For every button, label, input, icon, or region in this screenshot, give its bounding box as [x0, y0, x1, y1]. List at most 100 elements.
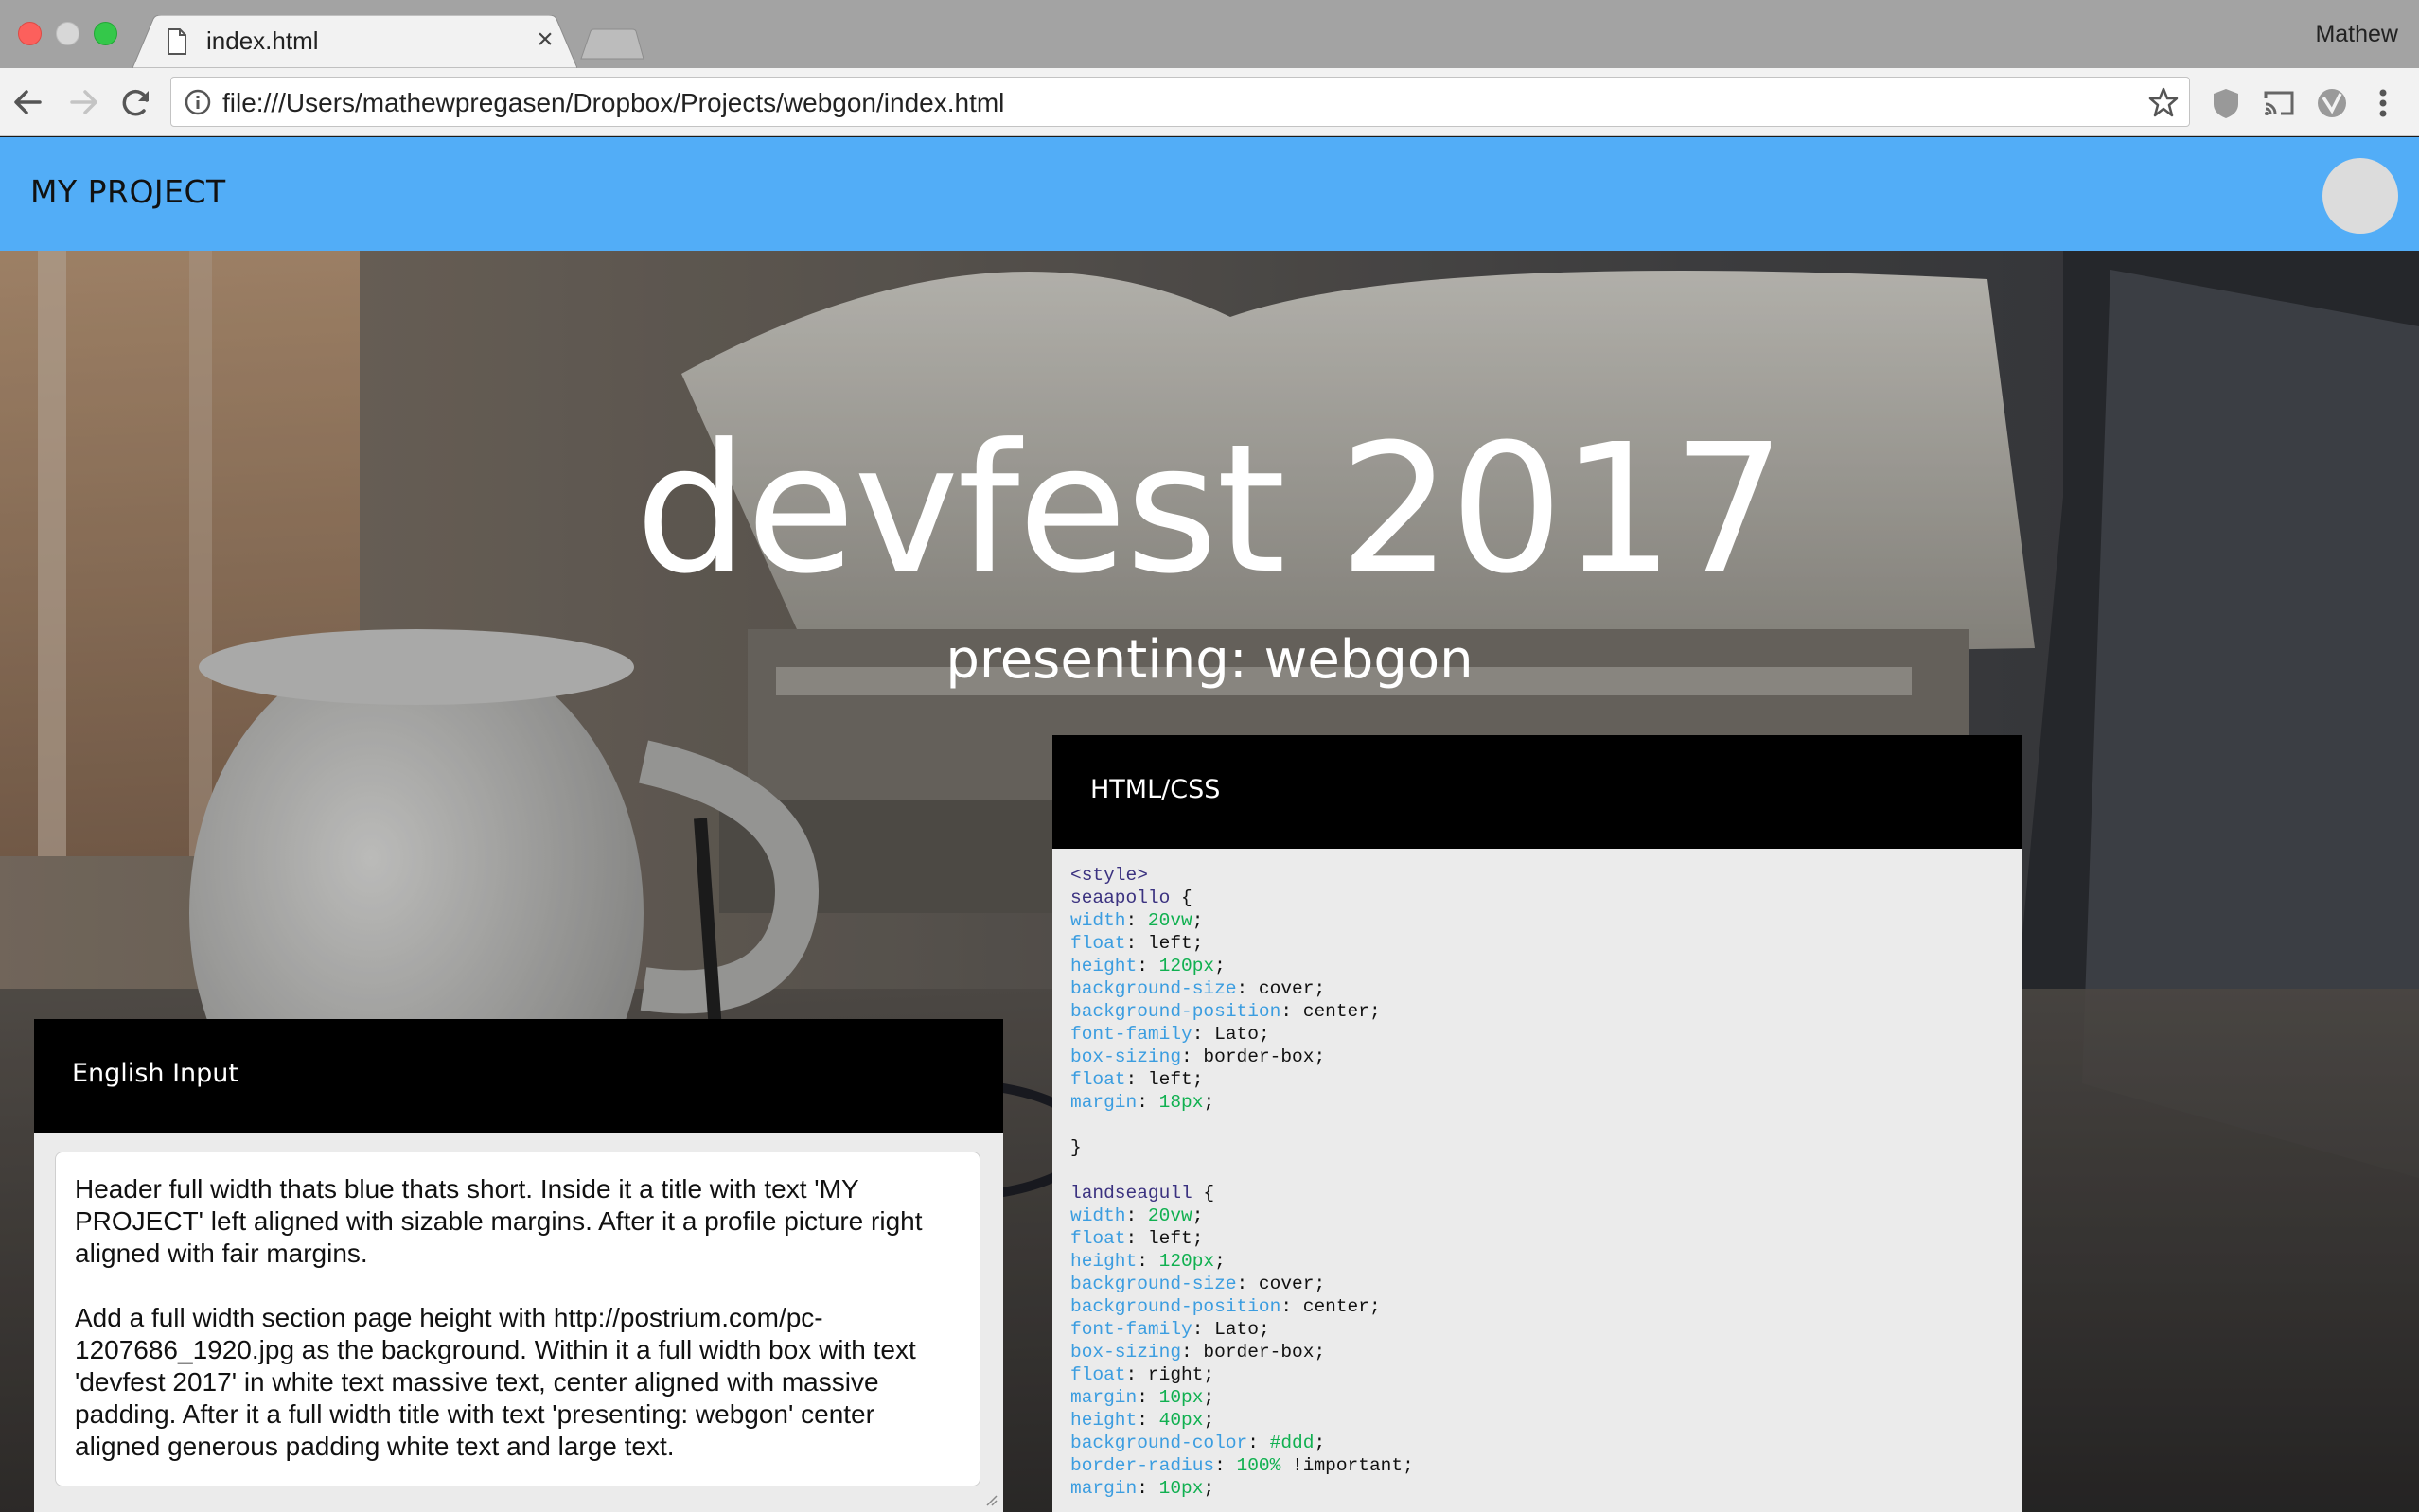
code-token-num: 120px	[1158, 1251, 1215, 1272]
cast-icon[interactable]	[2260, 85, 2298, 121]
address-bar[interactable]: file:///Users/mathewpregasen/Dropbox/Pro…	[170, 77, 2190, 127]
code-line: float: left;	[1070, 1227, 1414, 1250]
code-token-num: 20vw	[1147, 1205, 1192, 1226]
input-panel-header: English Input	[34, 1019, 1003, 1133]
code-token-sel: landseagull	[1070, 1183, 1192, 1204]
code-token-plain: ;	[1214, 956, 1226, 976]
url-text[interactable]: file:///Users/mathewpregasen/Dropbox/Pro…	[222, 88, 1004, 118]
site-title[interactable]: MY PROJECT	[30, 173, 226, 210]
input-panel: Header full width thats blue thats short…	[34, 1133, 1003, 1512]
code-line: }	[1070, 1136, 1414, 1159]
code-token-plain: :	[1137, 956, 1159, 976]
code-token-plain: :	[1137, 1387, 1159, 1408]
code-token-prop: background-size	[1070, 1274, 1237, 1294]
code-token-plain: ;	[1192, 910, 1204, 931]
code-token-plain: : center;	[1280, 1001, 1381, 1022]
code-line: border-radius: 100% !important;	[1070, 1454, 1414, 1477]
code-token-prop: box-sizing	[1070, 1342, 1182, 1363]
code-token-plain: : border-box;	[1181, 1046, 1326, 1067]
browser-tabstrip: index.html × Mathew	[0, 0, 2419, 68]
code-token-prop: height	[1070, 1410, 1138, 1431]
code-line: background-size: cover;	[1070, 977, 1414, 1000]
code-token-prop: float	[1070, 933, 1126, 954]
code-token-prop: margin	[1070, 1092, 1138, 1113]
code-token-num: 18px	[1158, 1092, 1204, 1113]
code-token-prop: background-position	[1070, 1296, 1281, 1317]
code-token-plain: :	[1137, 1410, 1159, 1431]
browser-tab[interactable]: index.html ×	[132, 15, 577, 68]
code-token-plain: {	[1192, 1183, 1215, 1204]
info-icon[interactable]	[185, 89, 211, 115]
new-tab-button[interactable]	[579, 28, 645, 61]
code-token-num: 40px	[1158, 1410, 1204, 1431]
code-token-sel: seaapollo	[1070, 888, 1171, 908]
code-token-plain: : Lato;	[1192, 1024, 1270, 1045]
code-token-plain: }	[1070, 1137, 1082, 1158]
code-token-prop: font-family	[1070, 1319, 1192, 1340]
code-token-plain: :	[1137, 1092, 1159, 1113]
code-token-num: 20vw	[1147, 910, 1192, 931]
code-token-prop: width	[1070, 910, 1126, 931]
code-token-prop: background-position	[1070, 1001, 1281, 1022]
code-panel-title: HTML/CSS	[1090, 775, 1221, 804]
browser-toolbar: file:///Users/mathewpregasen/Dropbox/Pro…	[0, 68, 2419, 136]
window-minimize-button[interactable]	[56, 22, 79, 45]
shield-extension-icon[interactable]	[2207, 85, 2245, 121]
code-line: background-position: center;	[1070, 1000, 1414, 1023]
code-token-plain: :	[1125, 910, 1148, 931]
code-token-plain: :	[1137, 1251, 1159, 1272]
resize-grip-icon[interactable]	[982, 1491, 998, 1506]
code-token-plain: ;	[1203, 1478, 1215, 1499]
code-token-num: 120px	[1158, 956, 1215, 976]
code-line: font-family: Lato;	[1070, 1023, 1414, 1046]
code-token-num: 10px	[1158, 1387, 1204, 1408]
code-token-prop: height	[1070, 1251, 1138, 1272]
menu-dots-icon[interactable]	[2368, 85, 2398, 121]
code-line: margin: 10px;	[1070, 1477, 1414, 1500]
code-token-prop: background-color	[1070, 1433, 1248, 1453]
code-token-plain: ;	[1203, 1410, 1215, 1431]
code-token-prop: background-size	[1070, 978, 1237, 999]
reload-icon[interactable]	[117, 83, 155, 121]
forward-arrow-icon[interactable]	[64, 83, 102, 121]
code-token-num: #ddd	[1269, 1433, 1315, 1453]
code-output[interactable]: <style> seaapollo {width: 20vw; float: lef…	[1070, 864, 1414, 1500]
code-panel-header: HTML/CSS	[1052, 735, 2022, 849]
code-line: background-position: center;	[1070, 1295, 1414, 1318]
star-icon[interactable]	[2147, 86, 2180, 118]
code-token-prop: box-sizing	[1070, 1046, 1182, 1067]
english-input-textarea[interactable]: Header full width thats blue thats short…	[55, 1152, 980, 1486]
tab-close-icon[interactable]: ×	[530, 23, 560, 57]
file-icon	[168, 28, 186, 55]
tab-title: index.html	[206, 26, 319, 55]
code-line: margin: 10px;	[1070, 1386, 1414, 1409]
code-token-plain: ;	[1314, 1433, 1326, 1453]
circle-extension-icon[interactable]	[2313, 85, 2351, 121]
code-token-plain: :	[1247, 1433, 1270, 1453]
code-token-plain: ;	[1203, 1387, 1215, 1408]
code-token-plain: : cover;	[1236, 1274, 1326, 1294]
code-line: margin: 18px;	[1070, 1091, 1414, 1114]
code-token-num: 10px	[1158, 1478, 1204, 1499]
site-header: MY PROJECT	[0, 137, 2419, 251]
web-page: MY PROJECT devfest 2017 presenting: webg…	[0, 137, 2419, 1512]
code-line: font-family: Lato;	[1070, 1318, 1414, 1341]
code-token-plain: {	[1170, 888, 1192, 908]
profile-name[interactable]: Mathew	[2315, 21, 2398, 48]
code-line: width: 20vw;	[1070, 909, 1414, 932]
code-line: background-size: cover;	[1070, 1273, 1414, 1295]
hero-subtitle: presenting: webgon	[945, 629, 1474, 691]
code-panel[interactable]: <style> seaapollo {width: 20vw; float: lef…	[1052, 849, 2022, 1512]
window-maximize-button[interactable]	[94, 22, 117, 45]
window-close-button[interactable]	[18, 22, 42, 45]
code-line: float: left;	[1070, 1068, 1414, 1091]
hero-title: devfest 2017	[635, 406, 1786, 613]
code-line: background-color: #ddd;	[1070, 1432, 1414, 1454]
code-line: height: 40px;	[1070, 1409, 1414, 1432]
profile-avatar[interactable]	[2322, 158, 2398, 234]
code-line: <style>	[1070, 864, 1414, 887]
back-arrow-icon[interactable]	[9, 83, 47, 121]
code-token-prop: margin	[1070, 1387, 1138, 1408]
code-token-plain: : left;	[1125, 933, 1204, 954]
